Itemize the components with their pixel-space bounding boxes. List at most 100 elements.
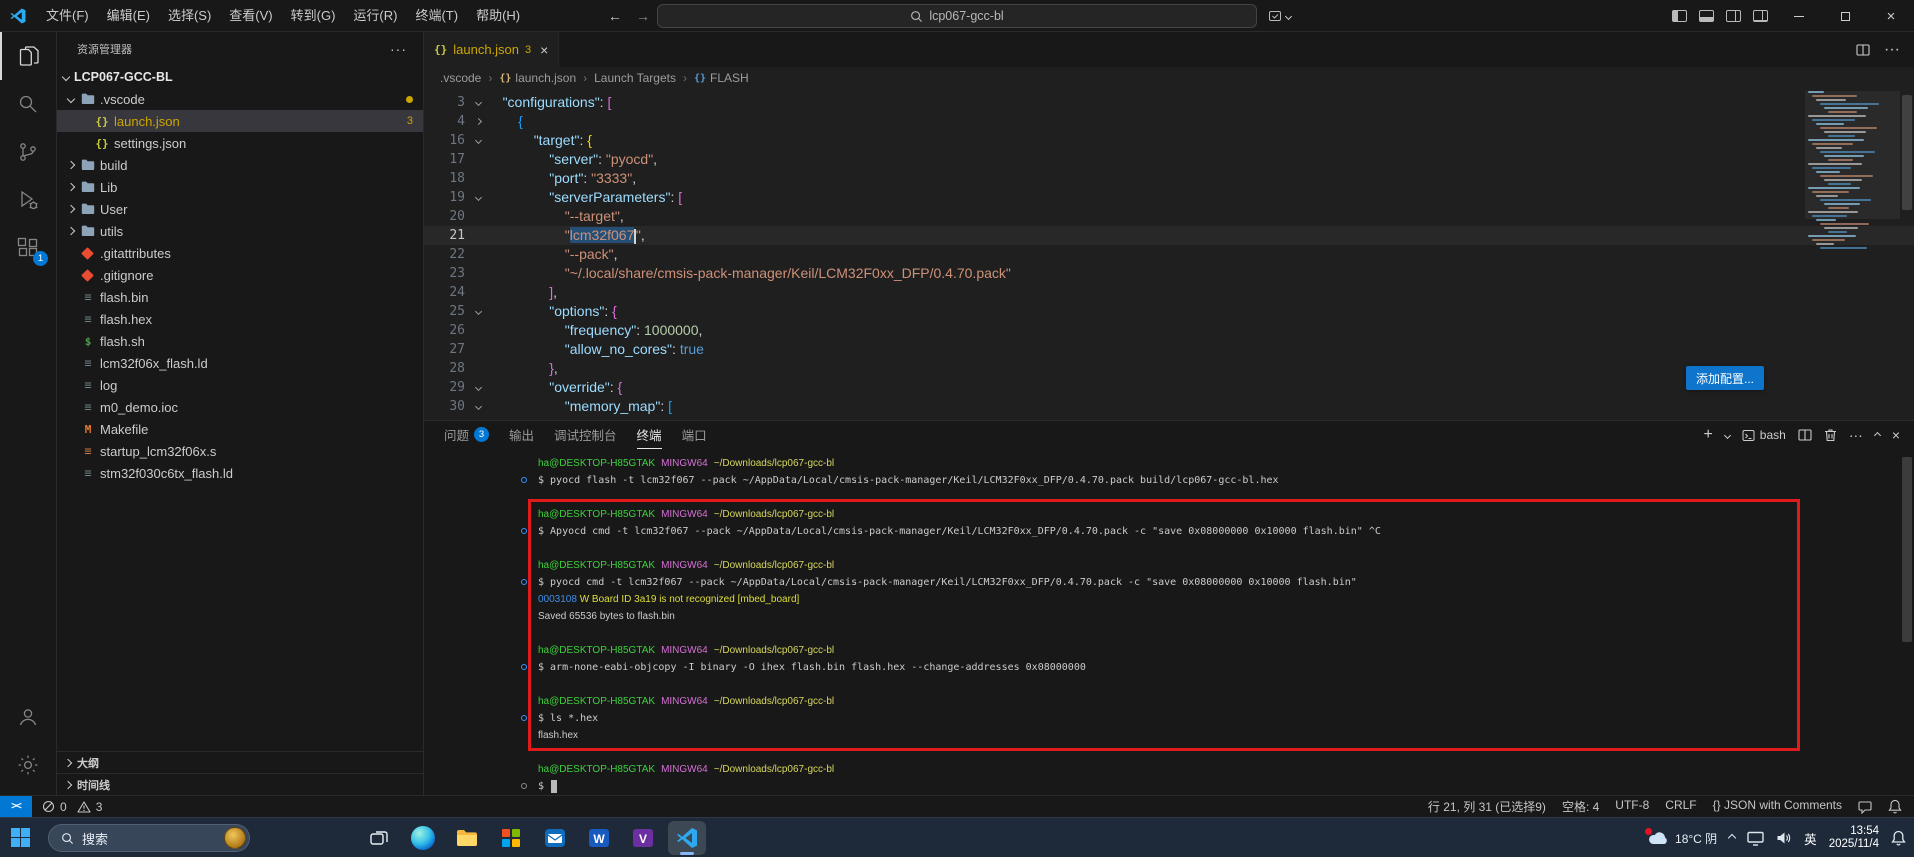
status-eol[interactable]: CRLF	[1665, 798, 1696, 815]
fold-toggle[interactable]	[470, 131, 487, 150]
tree-item-Makefile[interactable]: M Makefile	[57, 418, 423, 440]
breadcrumb-item-launch.json[interactable]: {} launch.json	[499, 71, 576, 85]
taskbar-app-photos[interactable]	[492, 821, 530, 855]
tree-item-build[interactable]: build	[57, 154, 423, 176]
taskbar-app-edge[interactable]	[404, 821, 442, 855]
code-line-27[interactable]: 27 "allow_no_cores": true	[424, 340, 1914, 359]
taskbar-app-mail[interactable]	[536, 821, 574, 855]
command-center-search[interactable]: lcp067-gcc-bl	[657, 4, 1257, 28]
tree-item-.gitignore[interactable]: .gitignore	[57, 264, 423, 286]
tree-item-.gitattributes[interactable]: .gitattributes	[57, 242, 423, 264]
section-timeline[interactable]: 时间线	[57, 773, 423, 795]
breadcrumb-item-Launch Targets[interactable]: Launch Targets	[594, 71, 676, 85]
taskbar-app-vscode[interactable]	[668, 821, 706, 855]
tray-hidden-icons-chevron[interactable]	[1727, 833, 1737, 843]
taskbar-search-box[interactable]: 搜索	[48, 824, 250, 852]
editor-more-actions[interactable]: ···	[1884, 41, 1900, 59]
activitybar-search[interactable]	[0, 80, 56, 128]
menu-goto[interactable]: 转到(G)	[282, 0, 345, 32]
taskbar-app-v-app[interactable]: V	[624, 821, 662, 855]
terminal-scrollbar-thumb[interactable]	[1902, 457, 1912, 642]
code-line-25[interactable]: 25 "options": {	[424, 302, 1914, 321]
close-panel-icon[interactable]: ×	[1892, 427, 1900, 443]
terminal-tab-bash[interactable]: bash	[1742, 428, 1786, 442]
toggle-primary-sidebar-icon[interactable]	[1672, 10, 1687, 22]
tree-item-.vscode[interactable]: .vscode	[57, 88, 423, 110]
panel-tab-debug-console[interactable]: 调试控制台	[554, 421, 617, 449]
section-outline[interactable]: 大纲	[57, 751, 423, 773]
feedback-icon[interactable]	[1858, 800, 1872, 814]
code-line-4[interactable]: 4 {	[424, 112, 1914, 131]
kill-terminal-trash-icon[interactable]	[1824, 428, 1837, 442]
activitybar-run-debug[interactable]	[0, 176, 56, 224]
nav-forward-button[interactable]: →	[636, 8, 650, 24]
command-decoration-dot[interactable]	[521, 783, 527, 789]
customize-layout-icon[interactable]	[1753, 10, 1768, 22]
taskbar-app-file-explorer[interactable]	[448, 821, 486, 855]
panel-more-actions[interactable]: ···	[1849, 427, 1863, 443]
command-decoration-dot[interactable]	[521, 528, 527, 534]
code-line-30[interactable]: 30 "memory_map": [	[424, 397, 1914, 416]
tree-item-log[interactable]: ≡ log	[57, 374, 423, 396]
code-line-16[interactable]: 16 "target": {	[424, 131, 1914, 150]
activitybar-source-control[interactable]	[0, 128, 56, 176]
add-configuration-button[interactable]: 添加配置...	[1685, 366, 1764, 390]
menu-selection[interactable]: 选择(S)	[159, 0, 220, 32]
fold-toggle[interactable]	[470, 112, 487, 131]
command-decoration-dot[interactable]	[521, 715, 527, 721]
problems-status[interactable]: 0 3	[32, 800, 102, 814]
window-maximize-button[interactable]	[1822, 0, 1868, 32]
tree-item-settings.json[interactable]: {} settings.json	[57, 132, 423, 154]
tree-item-flash.bin[interactable]: ≡ flash.bin	[57, 286, 423, 308]
activitybar-explorer[interactable]	[0, 32, 56, 80]
code-line-23[interactable]: 23 "~/.local/share/cmsis-pack-manager/Ke…	[424, 264, 1914, 283]
window-minimize-button[interactable]	[1776, 0, 1822, 32]
taskbar-app-task-view[interactable]	[360, 821, 398, 855]
fold-toggle[interactable]	[470, 93, 487, 112]
menu-file[interactable]: 文件(F)	[37, 0, 98, 32]
fold-toggle[interactable]	[470, 302, 487, 321]
split-terminal-icon[interactable]	[1798, 428, 1812, 442]
minimap[interactable]	[1805, 91, 1900, 420]
activitybar-account[interactable]	[0, 693, 56, 741]
menu-help[interactable]: 帮助(H)	[467, 0, 529, 32]
code-line-3[interactable]: 3 "configurations": [	[424, 93, 1914, 112]
code-line-21[interactable]: 21 "lcm32f067 ",	[424, 226, 1914, 245]
tab-launch-json[interactable]: {} launch.json 3 ×	[424, 32, 560, 67]
code-editor[interactable]: 3 "configurations": [4 {16 "target": {17…	[424, 89, 1914, 420]
command-decoration-dot[interactable]	[521, 579, 527, 585]
menu-edit[interactable]: 编辑(E)	[98, 0, 159, 32]
taskbar-app-word[interactable]: W	[580, 821, 618, 855]
ime-indicator[interactable]: 英	[1804, 829, 1817, 848]
code-line-17[interactable]: 17 "server": "pyocd",	[424, 150, 1914, 169]
split-editor-icon[interactable]	[1856, 43, 1870, 57]
remote-indicator[interactable]: ><	[0, 796, 32, 817]
toggle-panel-icon[interactable]	[1699, 10, 1714, 22]
tray-volume-icon[interactable]	[1776, 831, 1792, 845]
command-decoration-dot[interactable]	[521, 664, 527, 670]
code-line-20[interactable]: 20 "--target",	[424, 207, 1914, 226]
activitybar-settings[interactable]	[0, 741, 56, 789]
titlebar-extra-dropdown[interactable]	[1268, 5, 1293, 27]
tree-item-launch.json[interactable]: {} launch.json 3	[57, 110, 423, 132]
menu-terminal[interactable]: 终端(T)	[406, 0, 467, 32]
fold-toggle[interactable]	[470, 378, 487, 397]
status-language-mode[interactable]: {} JSON with Comments	[1713, 798, 1842, 815]
code-line-24[interactable]: 24 ],	[424, 283, 1914, 302]
taskbar-clock[interactable]: 13:54 2025/11/4	[1829, 825, 1879, 851]
start-button[interactable]	[10, 827, 31, 853]
project-root-row[interactable]: LCP067-GCC-BL	[57, 66, 423, 88]
new-terminal-button[interactable]: +	[1703, 426, 1712, 444]
taskbar-weather-widget[interactable]: 18°C 阴	[1645, 828, 1717, 847]
panel-tab-ports[interactable]: 端口	[682, 421, 707, 449]
notification-center-bell-icon[interactable]	[1891, 830, 1906, 846]
tree-item-flash.sh[interactable]: $ flash.sh	[57, 330, 423, 352]
panel-tab-problems[interactable]: 问题 3	[444, 421, 490, 449]
nav-back-button[interactable]: ←	[608, 8, 622, 24]
terminal-scrollbar[interactable]	[1900, 449, 1914, 795]
tray-display-icon[interactable]	[1747, 831, 1764, 846]
code-line-26[interactable]: 26 "frequency": 1000000,	[424, 321, 1914, 340]
tree-item-startup_lcm32f06x.s[interactable]: ≡ startup_lcm32f06x.s	[57, 440, 423, 462]
terminal-profile-dropdown-icon[interactable]	[1723, 431, 1731, 439]
breadcrumb-item-.vscode[interactable]: .vscode	[440, 71, 481, 85]
